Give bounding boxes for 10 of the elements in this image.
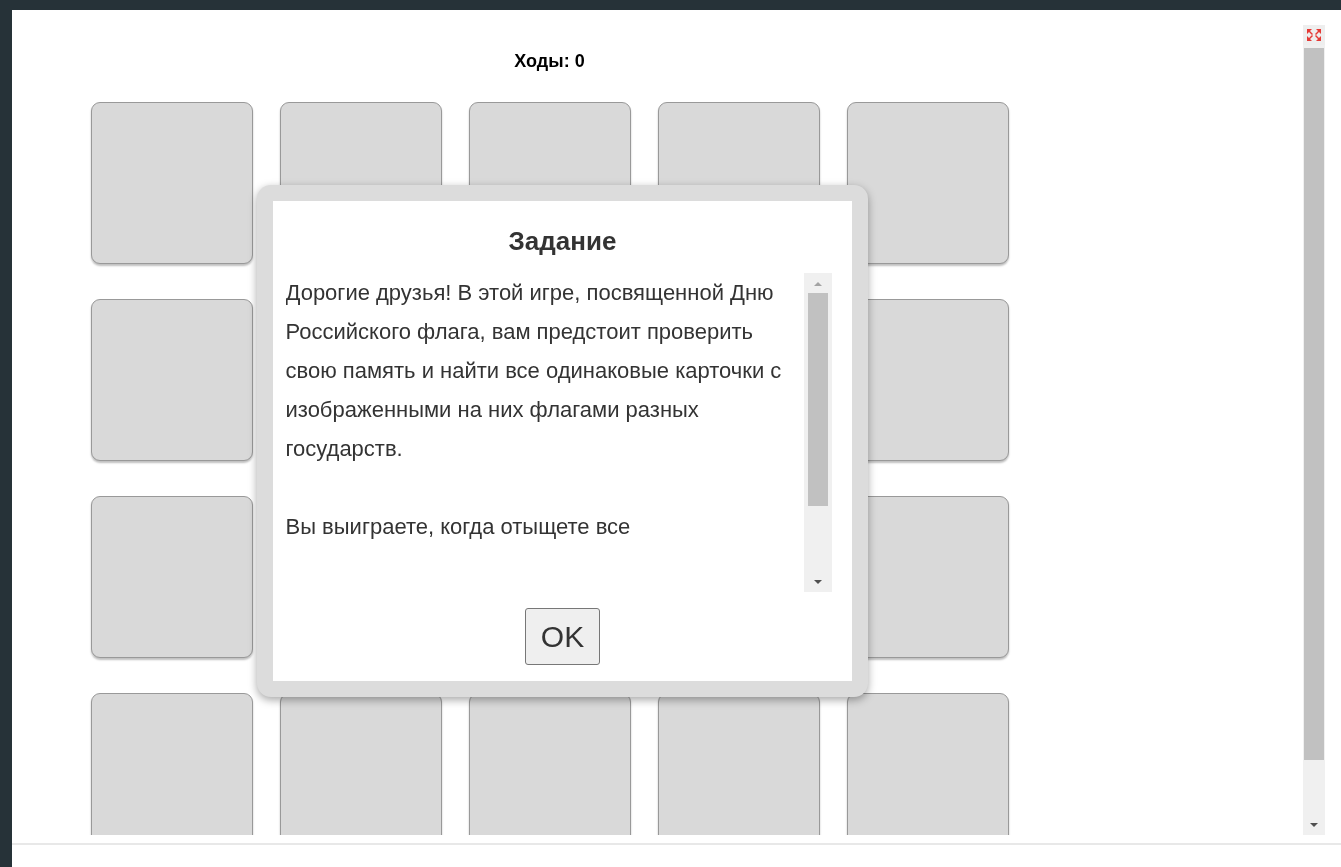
moves-counter: Ходы: 0	[513, 50, 586, 72]
fullscreen-button[interactable]	[1303, 25, 1325, 45]
scroll-thumb[interactable]	[1304, 48, 1324, 760]
ok-button[interactable]: OK	[525, 608, 600, 665]
instruction-text: Вы выиграете, когда отыщете все	[285, 513, 632, 541]
instruction-text: Дорогие друзья! В этой игре, посвященной Дню Российского флага, вам предстоит проверить свою память и найти все одинаковые карточки с изображенными на них флагами разных государств.	[285, 279, 783, 463]
scrollbar[interactable]	[803, 273, 832, 592]
scroll-thumb[interactable]	[807, 293, 828, 506]
page-scrollbar[interactable]	[1303, 45, 1325, 835]
dialog-title: Задание	[508, 225, 617, 257]
